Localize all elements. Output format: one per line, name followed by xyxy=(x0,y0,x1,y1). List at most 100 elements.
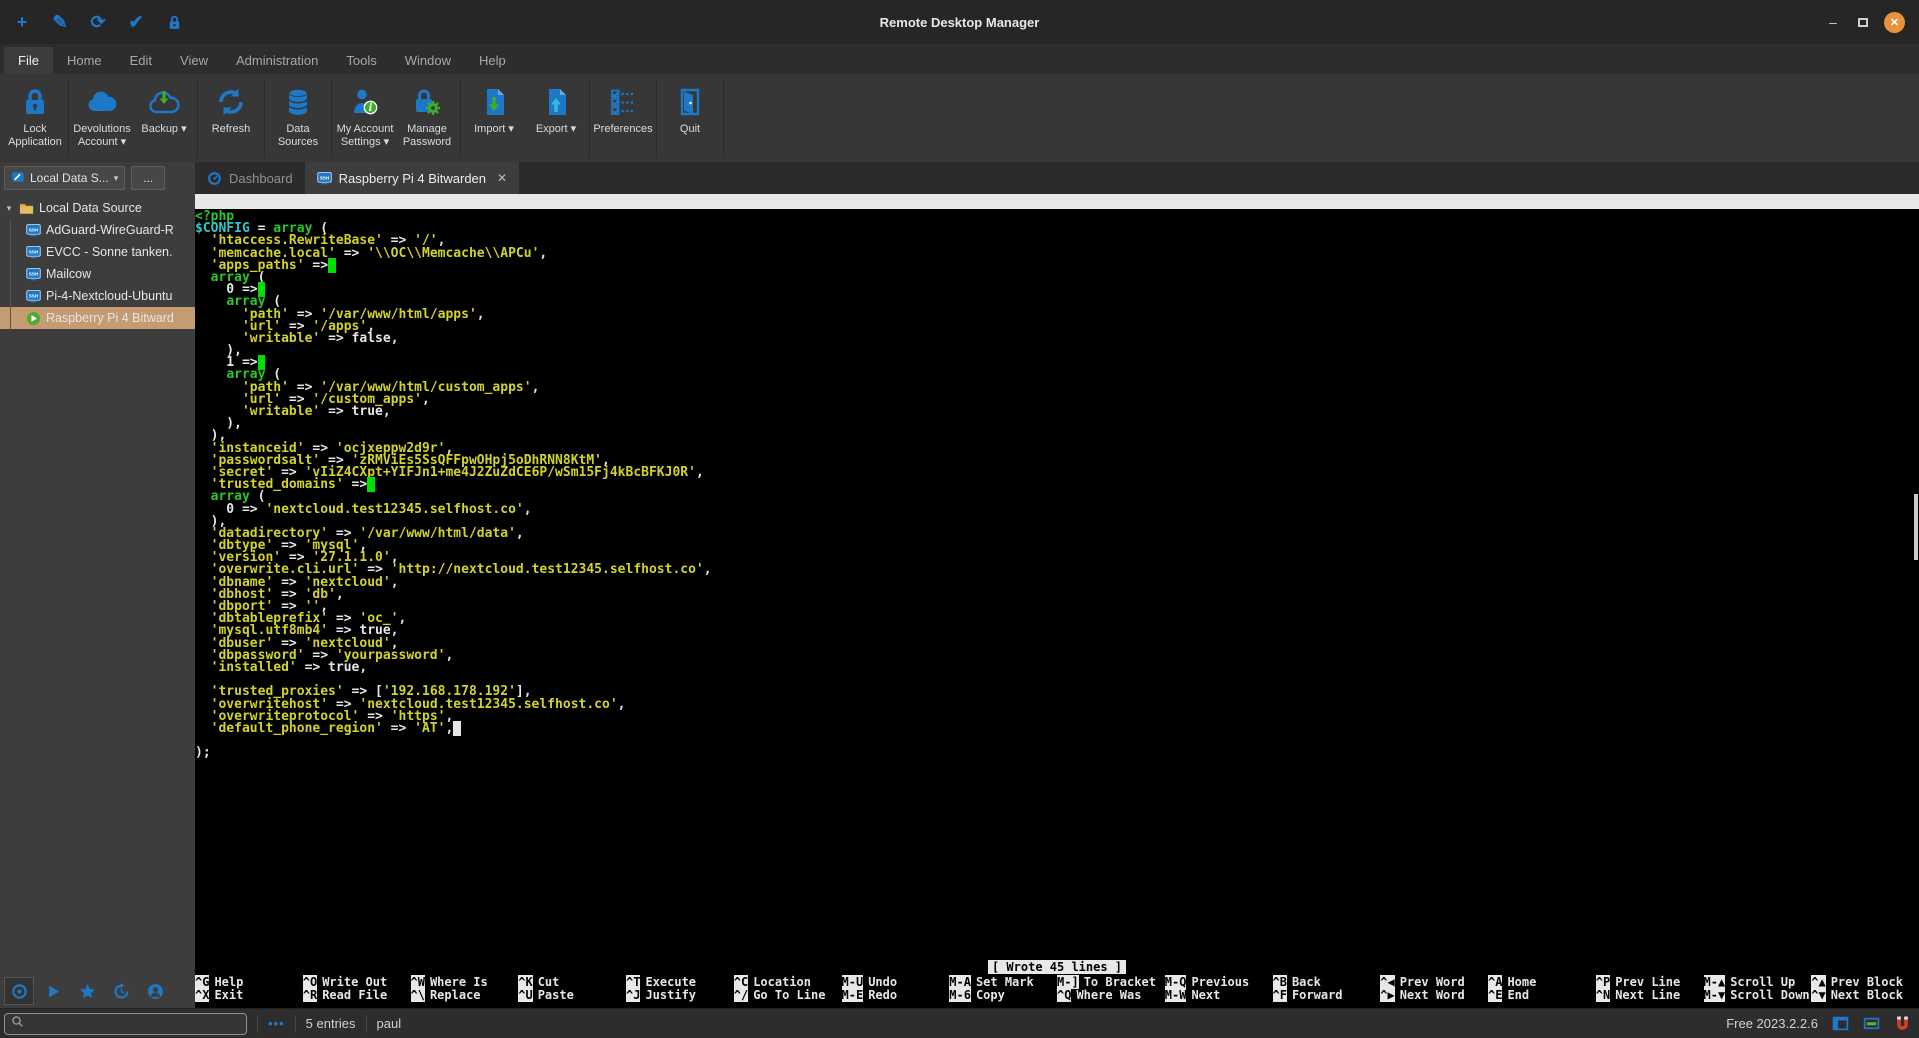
nano-shortcut-write-out: ^O Write Out xyxy=(302,975,411,989)
ribbon-manage-password-label: Manage Password xyxy=(402,123,452,148)
header-row: Local Data S... ▾ ... Dashboard SSH Raspbe… xyxy=(0,162,1919,194)
nano-shortcut-go-to-line: ^/ Go To Line xyxy=(733,988,842,1002)
ribbon-separator xyxy=(656,80,657,158)
data-source-icon xyxy=(11,170,25,187)
sidebar-more-button[interactable]: ... xyxy=(131,166,166,190)
terminal-line: 'dbuser' => 'nextcloud', xyxy=(210,635,399,651)
menu-file[interactable]: File xyxy=(4,47,53,74)
favorites-icon xyxy=(79,983,96,1000)
minimize-button[interactable]: – xyxy=(1824,14,1842,30)
ribbon-separator xyxy=(197,80,198,158)
checkin-icon[interactable]: ✔ xyxy=(126,12,146,32)
ribbon-preferences-button[interactable]: Preferences xyxy=(592,78,654,160)
terminal-line: ); xyxy=(195,745,211,761)
ribbon-backup-label: Backup ▾ xyxy=(141,123,187,135)
tab-label: Dashboard xyxy=(229,170,293,186)
tree-guide-line xyxy=(10,220,11,330)
tree-item-adguard-wireguard-r[interactable]: SSH AdGuard-WireGuard-R xyxy=(0,219,195,241)
nano-shortcut-next: M-W Next xyxy=(1164,988,1273,1002)
nano-shortcut-key: M-] xyxy=(1057,975,1079,989)
data-source-selector[interactable]: Local Data S... ▾ xyxy=(4,166,126,190)
nano-shortcut-key: ^A xyxy=(1488,975,1503,989)
tree-item-raspberry-pi-4-bitward[interactable]: Raspberry Pi 4 Bitward xyxy=(0,307,195,329)
nano-shortcut-key: ^▲ xyxy=(1811,975,1826,989)
sidebar-footer xyxy=(0,974,195,1008)
menu-view[interactable]: View xyxy=(166,47,222,74)
nano-shortcut-label: Exit xyxy=(214,988,244,1003)
tree-item-mailcow[interactable]: SSH Mailcow xyxy=(0,263,195,285)
terminal-line: 'overwritehost' => 'nextcloud.test12345.… xyxy=(210,696,626,712)
nano-shortcut-read-file: ^R Read File xyxy=(302,988,411,1002)
nano-shortcut-justify: ^J Justify xyxy=(626,988,734,1003)
ribbon-lock-application-button[interactable]: Lock Application xyxy=(4,78,66,160)
add-entry-icon[interactable]: + xyxy=(12,12,32,32)
ribbon-export-button[interactable]: Export ▾ xyxy=(525,78,587,160)
menu-help[interactable]: Help xyxy=(465,47,520,74)
menu-administration[interactable]: Administration xyxy=(222,47,332,74)
import-icon xyxy=(478,84,510,120)
nano-shortcut-next-block: ^▼ Next Block xyxy=(1811,988,1919,1002)
nano-shortcut-label: Help xyxy=(214,975,244,989)
favorites-icon[interactable] xyxy=(72,977,102,1005)
close-button[interactable]: ✕ xyxy=(1884,11,1905,33)
user-icon[interactable] xyxy=(140,977,170,1005)
nano-shortcut-key: ^▼ xyxy=(1811,988,1826,1002)
recent-icon[interactable] xyxy=(106,977,136,1005)
nano-shortcut-key: ^K xyxy=(518,975,533,989)
tab-close-icon[interactable]: ✕ xyxy=(497,171,507,185)
search-box[interactable] xyxy=(4,1012,247,1035)
ribbon-group: Devolutions Account ▾ Backup ▾ xyxy=(71,78,195,160)
nano-shortcut-row: ^G Help ^O Write Out ^W Where Is ^K Cut ^T Execut… xyxy=(195,975,1919,989)
statusbar-more-button[interactable]: ••• xyxy=(268,1016,285,1031)
edition-version: Free 2023.2.2.6 xyxy=(1726,1016,1818,1031)
svg-text:SSH: SSH xyxy=(29,227,39,232)
ribbon-quit-button[interactable]: Quit xyxy=(659,78,721,160)
terminal-scrollbar-thumb[interactable] xyxy=(1914,494,1918,560)
window-title: Remote Desktop Manager xyxy=(879,14,1040,30)
ribbon-data-sources-button[interactable]: Data Sources xyxy=(267,78,329,160)
nano-shortcut-label: Justify xyxy=(645,988,697,1003)
tab-raspberry-pi-4-bitwarden[interactable]: SSH Raspberry Pi 4 Bitwarden ✕ xyxy=(304,162,520,194)
statusbar-toggle-icon[interactable] xyxy=(1863,1015,1880,1032)
terminal-line: 0 => xyxy=(195,282,1919,298)
nano-shortcut-key: ^G xyxy=(195,975,210,989)
menu-tools[interactable]: Tools xyxy=(332,47,390,74)
tree-item-label: Raspberry Pi 4 Bitward xyxy=(46,311,174,325)
ribbon-refresh-button[interactable]: Refresh xyxy=(200,78,262,160)
connections-icon[interactable] xyxy=(4,977,34,1005)
ribbon-my-account-settings-button[interactable]: i My Account Settings ▾ xyxy=(334,78,396,160)
tree-item-pi-4-nextcloud-ubuntu[interactable]: SSH Pi-4-Nextcloud-Ubuntu xyxy=(0,285,195,307)
refresh-icon xyxy=(215,84,247,120)
menu-edit[interactable]: Edit xyxy=(116,47,166,74)
terminal-line: ), xyxy=(195,416,242,432)
caret-down-icon[interactable]: ▾ xyxy=(4,203,14,214)
search-input[interactable] xyxy=(28,1016,240,1031)
ribbon-data-sources-label: Data Sources xyxy=(277,123,319,148)
menu-home[interactable]: Home xyxy=(53,47,116,74)
ribbon-backup-button[interactable]: Backup ▾ xyxy=(133,78,195,160)
layout-icon[interactable] xyxy=(1832,1015,1849,1032)
nano-shortcut-label: Prev Word xyxy=(1399,975,1465,989)
nano-shortcut-help: ^G Help xyxy=(195,975,303,989)
ribbon-devolutions-account-button[interactable]: Devolutions Account ▾ xyxy=(71,78,133,160)
tab-dashboard[interactable]: Dashboard xyxy=(195,162,305,194)
ssh-terminal[interactable]: GNU nano 6.2 /etc/nextcloud/config/confi… xyxy=(195,194,1919,1008)
tree-item-evcc-sonne-tanken-[interactable]: SSH EVCC - Sonne tanken. xyxy=(0,241,195,263)
nano-shortcut-forward: ^F Forward xyxy=(1272,988,1381,1002)
play-icon[interactable] xyxy=(38,977,68,1005)
edit-entry-icon[interactable]: ✎ xyxy=(50,12,70,32)
menu-window[interactable]: Window xyxy=(391,47,465,74)
refresh-small-icon[interactable]: ⟳ xyxy=(88,12,108,32)
ribbon-import-button[interactable]: Import ▾ xyxy=(463,78,525,160)
nano-shortcut-replace: ^\ Replace xyxy=(410,988,519,1002)
statusbar-right: Free 2023.2.2.6 xyxy=(1726,1015,1911,1032)
nano-buffer[interactable]: <?php$CONFIG = array ( 'htaccess.Rewrite… xyxy=(195,209,1919,960)
maximize-button[interactable] xyxy=(1858,17,1868,27)
lock-small-icon[interactable] xyxy=(164,12,184,32)
nano-shortcut-label: Execute xyxy=(645,975,697,989)
ribbon-manage-password-button[interactable]: Manage Password xyxy=(396,78,458,160)
magnet-icon[interactable] xyxy=(1894,1015,1911,1032)
nano-shortcut-previous: M-Q Previous xyxy=(1164,975,1273,989)
tree-root-local-data-source[interactable]: ▾ Local Data Source xyxy=(0,197,195,219)
